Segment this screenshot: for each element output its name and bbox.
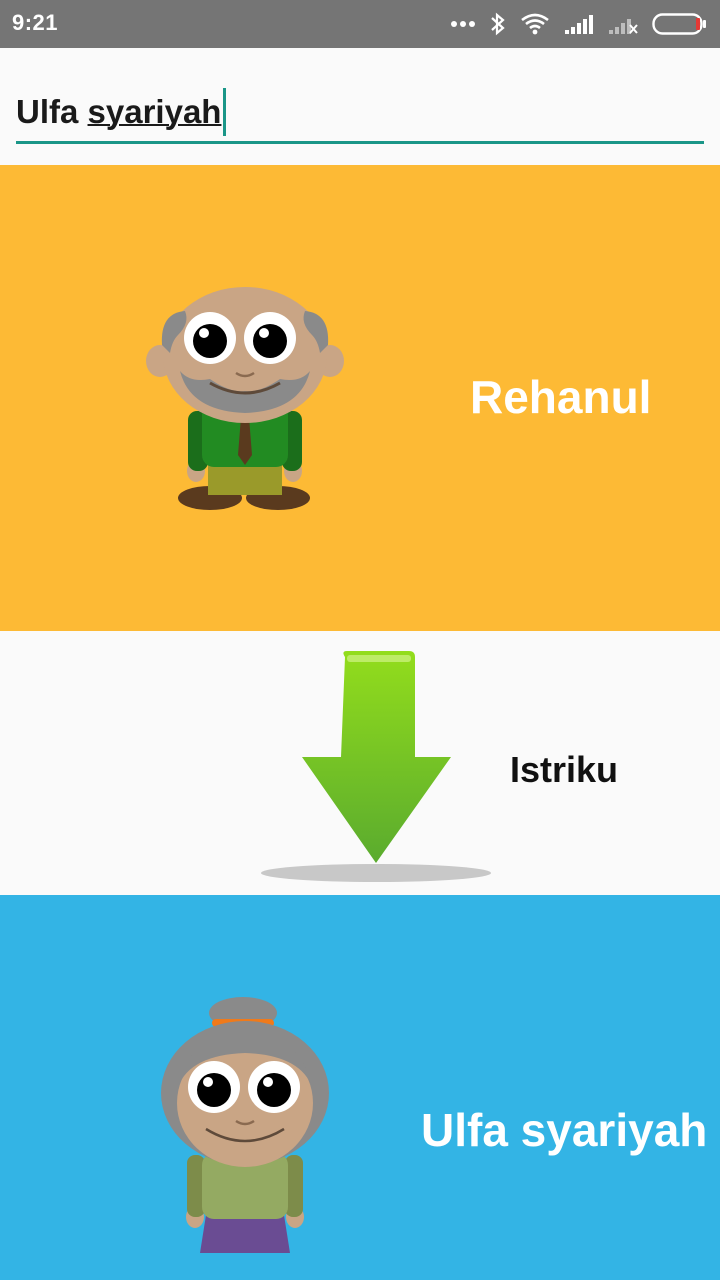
- text-cursor: [223, 87, 227, 136]
- relation-panel: Istriku: [0, 631, 720, 895]
- name-input-area: Ulfa syariyah: [0, 48, 720, 165]
- status-bar: 9:21: [0, 0, 720, 48]
- name-input-text-composing: syariyah: [87, 92, 222, 130]
- name-input[interactable]: Ulfa syariyah: [16, 82, 704, 144]
- signal-icon: [564, 13, 594, 35]
- husband-name: Rehanul: [470, 371, 652, 423]
- wifi-icon: [520, 13, 550, 35]
- green-down-arrow-icon: [255, 649, 495, 894]
- status-time: 9:21: [12, 10, 59, 35]
- bluetooth-icon: [490, 12, 506, 36]
- status-icons: [450, 0, 708, 48]
- old-man-character-icon: [140, 283, 350, 518]
- battery-icon: [652, 12, 708, 36]
- name-input-text-first: Ulfa: [16, 92, 88, 130]
- husband-panel: Rehanul: [0, 165, 720, 631]
- wife-name: Ulfa syariyah: [421, 1104, 708, 1156]
- more-dots-icon: [450, 20, 476, 28]
- old-woman-character-icon: [150, 995, 340, 1265]
- wife-panel: Ulfa syariyah: [0, 895, 720, 1280]
- relation-label: Istriku: [510, 749, 619, 790]
- signal-no-sim-icon: [608, 13, 638, 35]
